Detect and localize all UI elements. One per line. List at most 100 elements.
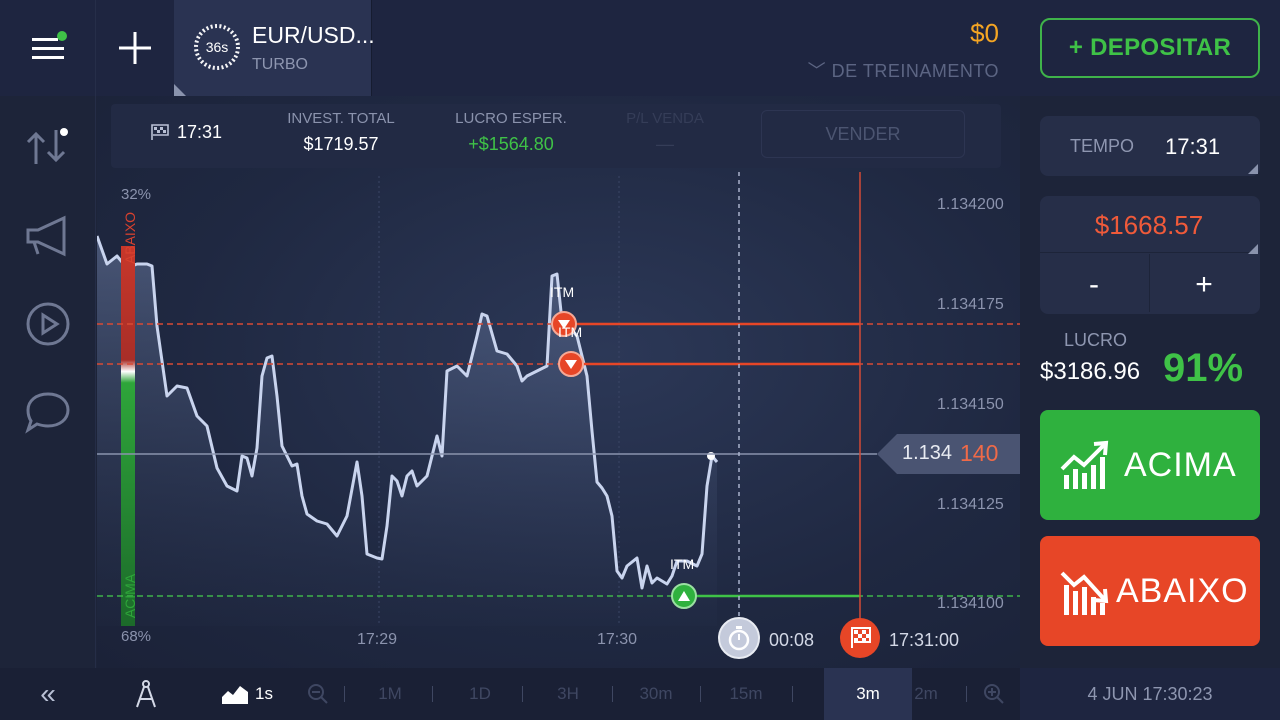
play-icon[interactable] — [22, 298, 74, 350]
expected-profit-value: +$1564.80 — [468, 134, 554, 154]
chevron-down-icon: ﹀ — [807, 61, 827, 81]
interval-label: 1s — [255, 684, 273, 703]
call-up-button[interactable]: ACIMA — [1040, 410, 1260, 520]
invest-total-value: $1719.57 — [303, 134, 379, 154]
timeframe-3m[interactable]: 3m — [824, 668, 912, 720]
selector-corner-icon — [1248, 164, 1258, 174]
price-tick: 1.134175 — [937, 296, 1004, 313]
plus-icon — [119, 32, 151, 64]
trade-info-bar: 17:31 INVEST. TOTAL $1719.57 LUCRO ESPER… — [111, 104, 1001, 168]
toolbar-separator — [966, 686, 967, 702]
expiry-time-text: 17:31:00 — [889, 630, 960, 650]
countdown-timer: 36s — [205, 39, 229, 55]
timeframe-3H[interactable]: 3H — [538, 668, 598, 720]
timeframe-2m[interactable]: 2m — [906, 668, 946, 720]
zoom-in-icon — [984, 684, 1004, 704]
sell-button[interactable]: VENDER — [761, 110, 965, 158]
trades-icon[interactable] — [22, 120, 74, 172]
trade-marker-down-2[interactable] — [558, 351, 584, 377]
hamburger-menu-icon — [31, 31, 67, 59]
chart-canvas[interactable] — [97, 96, 1020, 668]
put-down-label: ABAIXO — [1116, 571, 1249, 610]
account-type-label: DE TREINAMENTO — [831, 61, 999, 81]
expiry-flag-icon — [840, 618, 880, 658]
itm-label: ITM — [550, 284, 575, 300]
pl-sell-label: P/L VENDA — [626, 110, 704, 127]
tab-corner-indicator — [174, 84, 186, 96]
toolbar-separator — [792, 686, 793, 702]
asset-type: TURBO — [252, 56, 308, 73]
chat-icon[interactable] — [22, 386, 74, 438]
profit-label: LUCRO — [1064, 330, 1128, 350]
sentiment-top-pct: 32% — [121, 186, 152, 203]
increase-amount-button[interactable]: + — [1150, 256, 1258, 314]
timeframe-1D[interactable]: 1D — [450, 668, 510, 720]
call-up-label: ACIMA — [1124, 445, 1237, 484]
area-chart-icon — [222, 686, 249, 704]
countdown-text: 00:08 — [769, 630, 815, 650]
zoom-in-button[interactable] — [976, 668, 1012, 720]
zoom-out-icon — [308, 684, 328, 704]
tempo-label: TEMPO — [1070, 136, 1135, 156]
current-price-tail: 140 — [960, 440, 999, 466]
investment-amount[interactable]: $1668.57 — [1040, 210, 1258, 241]
expiry-time: 17:31 — [177, 122, 223, 142]
asset-name: EUR/USD... — [252, 22, 375, 48]
expiry-time-selector[interactable]: TEMPO 17:31 — [1040, 116, 1260, 176]
amount-selector[interactable]: $1668.57 - + — [1040, 196, 1260, 314]
asset-tab-eurusd[interactable]: 36s EUR/USD... TURBO — [174, 0, 375, 96]
timeframe-1M[interactable]: 1M — [360, 668, 420, 720]
megaphone-icon[interactable] — [22, 210, 74, 262]
time-tick: 17:29 — [357, 631, 398, 648]
tempo-value: 17:31 — [1165, 134, 1221, 159]
chart-down-icon — [1060, 571, 1109, 615]
price-tick: 1.134100 — [937, 595, 1004, 612]
deposit-button[interactable]: + DEPOSITAR — [1040, 18, 1260, 78]
trade-marker-up[interactable] — [671, 583, 697, 609]
profit-value: $3186.96 — [1040, 358, 1141, 385]
price-tick: 1.134200 — [937, 196, 1004, 213]
current-datetime: 4 JUN 17:30:23 — [1020, 668, 1280, 720]
profit-percent: 91% — [1163, 346, 1244, 390]
account-type-selector[interactable]: ﹀ DE TREINAMENTO — [808, 57, 999, 83]
itm-label: ITM — [558, 324, 583, 340]
sentiment-up-label: ACIMA — [122, 573, 138, 619]
sentiment-down-label: ABAIXO — [122, 211, 138, 265]
compass-icon — [136, 680, 156, 708]
expected-profit-label: LUCRO ESPER. — [455, 110, 567, 127]
price-chart[interactable]: 32% 68% ABAIXO ACIMA 1.134200 1.134175 1… — [97, 96, 1020, 668]
drawing-tools-button[interactable] — [120, 668, 172, 720]
menu-button[interactable] — [0, 0, 96, 96]
zoom-out-button[interactable] — [300, 668, 336, 720]
current-price-main: 1.134 — [902, 442, 953, 464]
left-sidebar — [0, 96, 96, 668]
countdown-stopwatch — [718, 617, 760, 659]
collapse-button[interactable]: « — [0, 668, 96, 720]
timeframe-30m[interactable]: 30m — [626, 668, 686, 720]
account-balance: $0 — [970, 18, 999, 48]
trade-panel: TEMPO 17:31 $1668.57 - + LUCRO $3186.96 … — [1020, 96, 1280, 668]
chart-type-button[interactable]: 1s — [212, 668, 282, 720]
trading-app: 36s EUR/USD... TURBO $0 ﹀ DE TREINAMENTO… — [0, 0, 1280, 720]
top-bar: 36s EUR/USD... TURBO $0 ﹀ DE TREINAMENTO… — [0, 0, 1280, 96]
toolbar-separator — [432, 686, 433, 702]
add-asset-button[interactable] — [96, 0, 174, 96]
price-tick: 1.134150 — [937, 396, 1004, 413]
toolbar-separator — [522, 686, 523, 702]
selector-corner-icon — [1248, 244, 1258, 254]
price-area-fill — [97, 236, 717, 626]
itm-label: ITM — [670, 556, 695, 572]
price-tick: 1.134125 — [937, 496, 1004, 513]
put-down-button[interactable]: ABAIXO — [1040, 536, 1260, 646]
timeframe-15m[interactable]: 15m — [716, 668, 776, 720]
pl-sell-value: — — [656, 134, 674, 154]
decrease-amount-button[interactable]: - — [1040, 256, 1148, 314]
toolbar-separator — [344, 686, 345, 702]
invest-total-label: INVEST. TOTAL — [287, 110, 395, 127]
amount-divider — [1040, 252, 1258, 253]
bottom-toolbar: « 1s 1M 1D 3H 30m 15m 3m 2m 4 JUN 17:30:… — [0, 668, 1280, 720]
toolbar-separator — [612, 686, 613, 702]
chart-up-icon — [1060, 440, 1109, 489]
current-price-dot — [707, 452, 715, 460]
sentiment-bar — [121, 246, 135, 626]
